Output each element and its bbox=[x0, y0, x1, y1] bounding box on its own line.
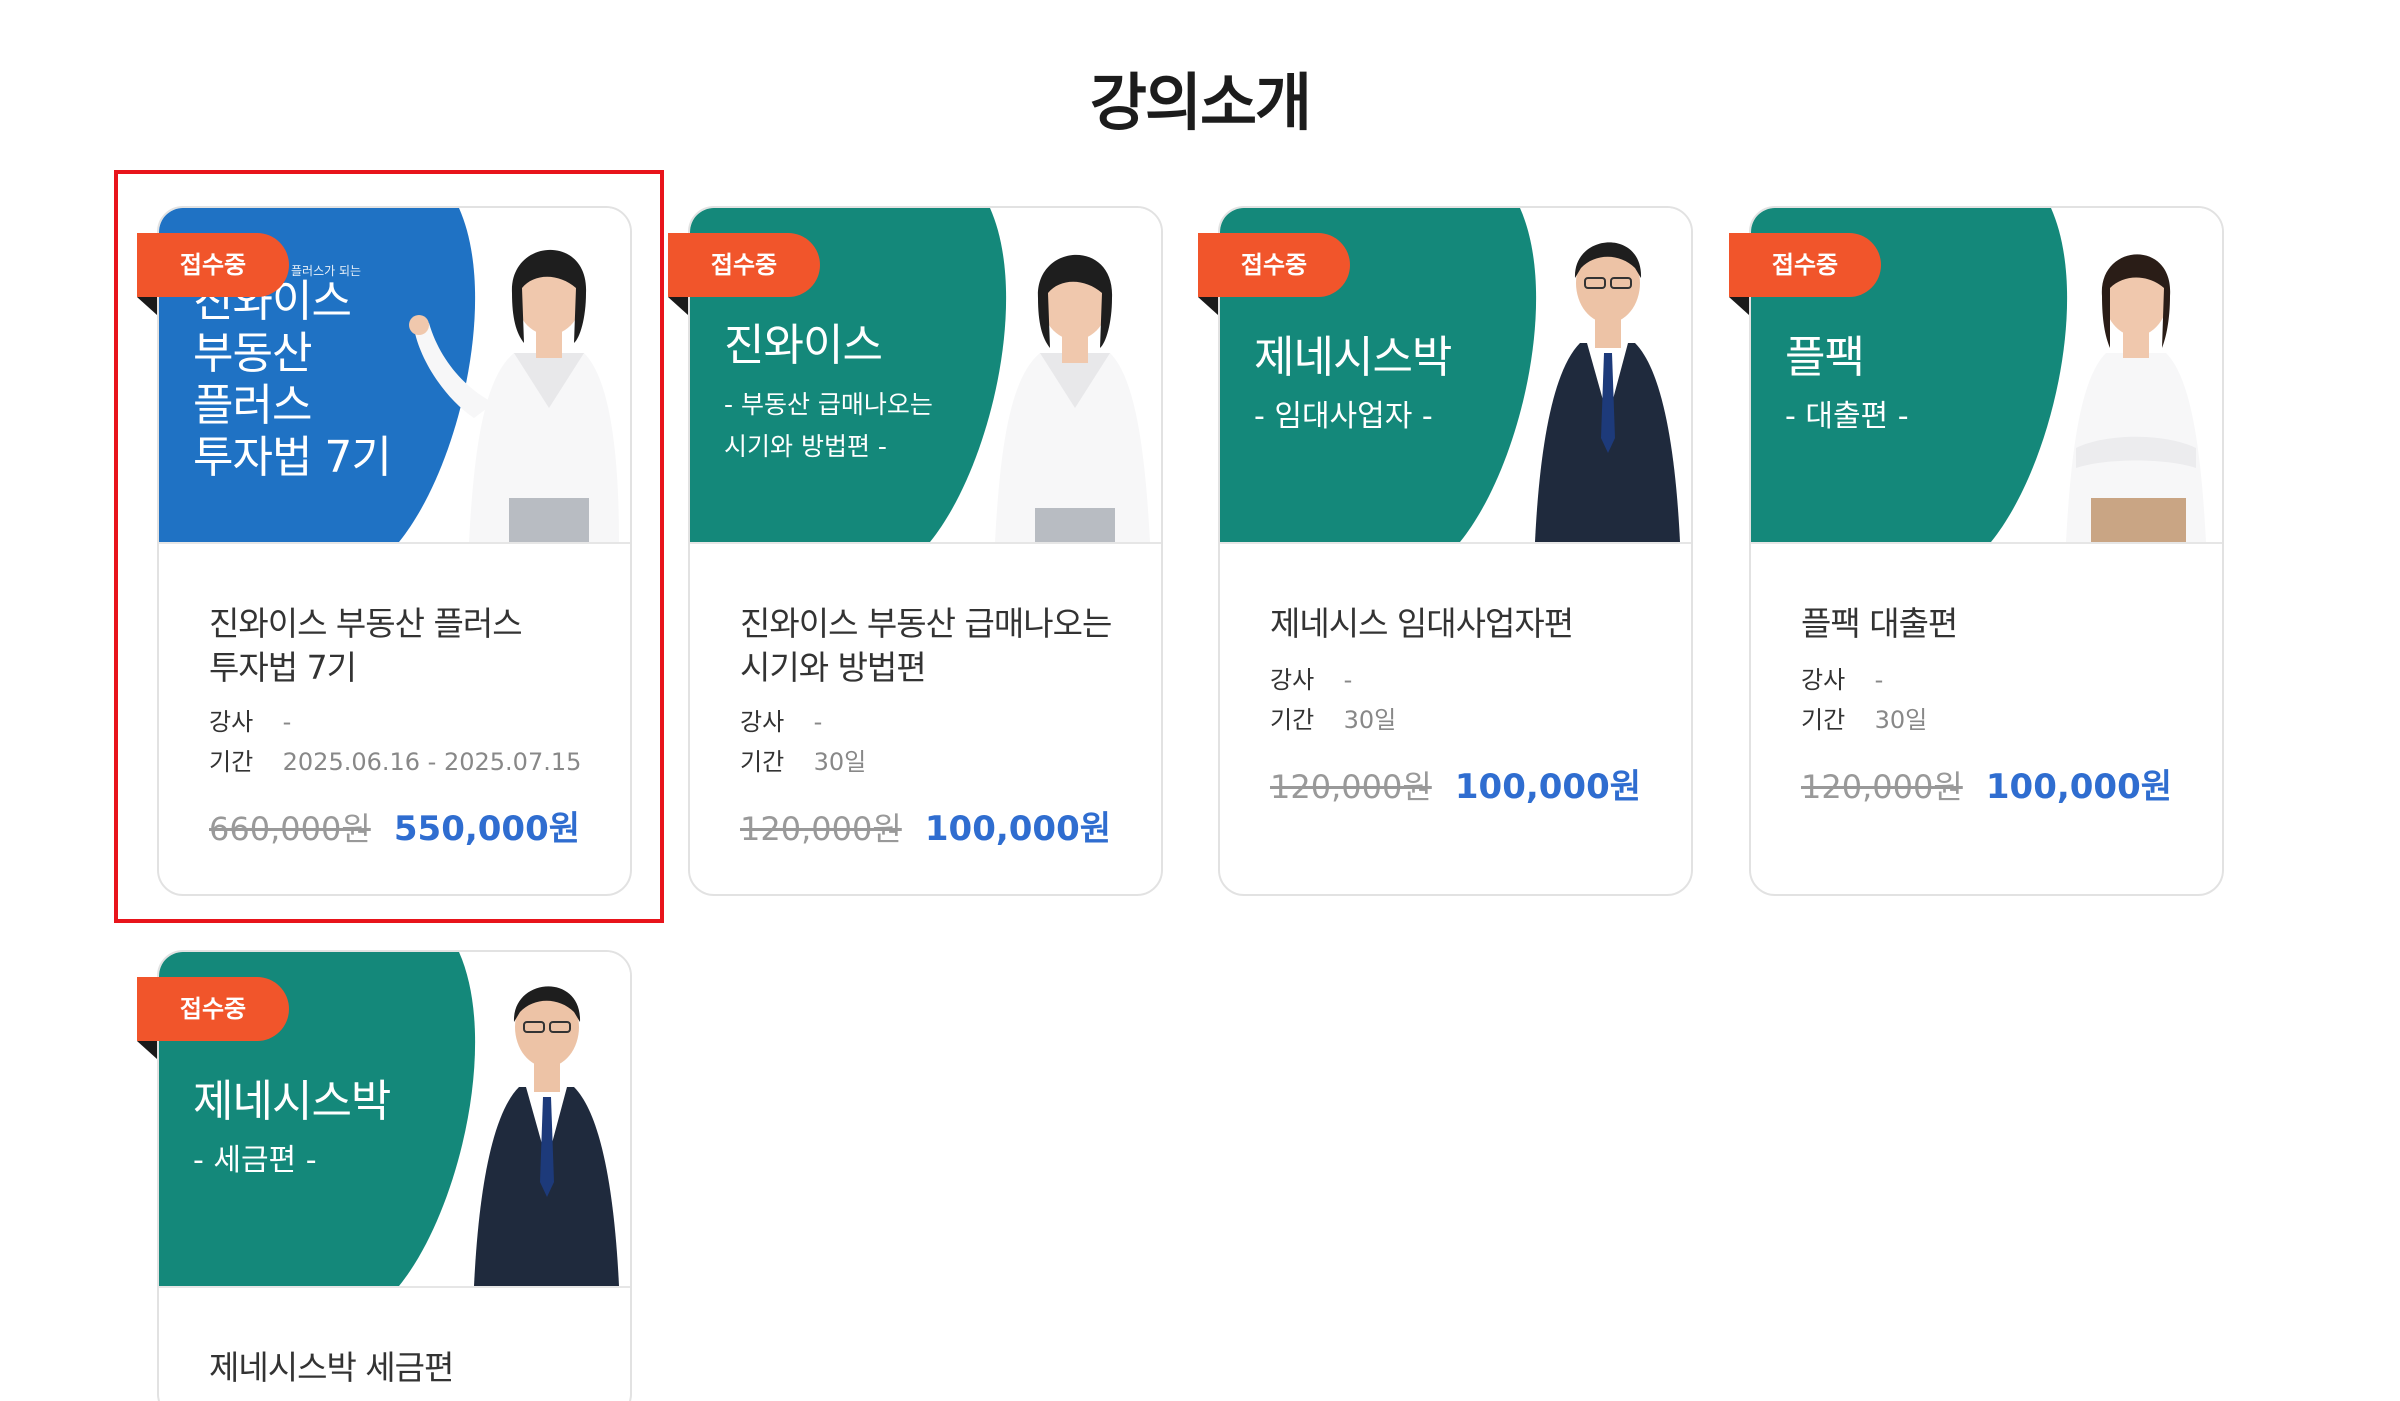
period-row: 기간 30일 bbox=[1801, 700, 1927, 735]
instructor-label: 강사 bbox=[740, 708, 785, 736]
thumbnail-subtitle: - 부동산 급매나오는 시기와 방법편 - bbox=[724, 390, 933, 461]
instructor-value: - bbox=[282, 708, 292, 736]
thumbnail-title: 제네시스박 bbox=[1254, 332, 1452, 383]
instructor-label: 강사 bbox=[1270, 666, 1315, 694]
price-row: 120,000원 100,000원 bbox=[1270, 759, 1641, 808]
badge-fold bbox=[668, 297, 688, 315]
status-badge: 접수중 bbox=[137, 233, 289, 297]
instructor-photo bbox=[1535, 242, 1680, 542]
original-price: 120,000원 bbox=[740, 810, 902, 848]
sale-price: 550,000원 bbox=[393, 809, 581, 849]
price-row: 120,000원 100,000원 bbox=[1801, 759, 2172, 808]
sale-price: 100,000원 bbox=[1985, 767, 2173, 807]
original-price: 120,000원 bbox=[1270, 768, 1432, 806]
status-badge: 접수중 bbox=[137, 977, 289, 1041]
course-title[interactable]: 제네시스박 세금편 bbox=[209, 1346, 600, 1390]
thumbnail-title: 제네시스박 bbox=[193, 1076, 391, 1127]
instructor-label: 강사 bbox=[209, 708, 254, 736]
thumbnail-subtitle: - 세금편 - bbox=[193, 1143, 317, 1178]
instructor-photo bbox=[409, 249, 619, 542]
period-value: 30일 bbox=[1343, 706, 1397, 734]
course-card[interactable]: 플팩 - 대출편 - 플팩 대출편 강사 - 기간 30일 120,000원 1… bbox=[1749, 206, 2224, 896]
sale-price: 100,000원 bbox=[1454, 767, 1642, 807]
period-value: 30일 bbox=[1874, 706, 1928, 734]
price-row: 660,000원 550,000원 bbox=[209, 801, 580, 850]
thumbnail-title: 진와이스 부동산 플러스 투자법 7기 bbox=[193, 276, 392, 483]
instructor-label: 강사 bbox=[1801, 666, 1846, 694]
period-label: 기간 bbox=[1801, 706, 1846, 734]
course-card[interactable]: 플러스가 되는 진와이스 부동산 플러스 투자법 7기 진와이스 부동산 플러스… bbox=[157, 206, 632, 896]
period-row: 기간 30일 bbox=[740, 742, 866, 777]
section-title: 강의소개 bbox=[1089, 66, 1312, 139]
period-value: 30일 bbox=[813, 748, 867, 776]
instructor-photo bbox=[2066, 254, 2206, 542]
price-row: 120,000원 100,000원 bbox=[740, 801, 1111, 850]
status-badge: 접수중 bbox=[668, 233, 820, 297]
instructor-photo bbox=[474, 986, 619, 1286]
period-label: 기간 bbox=[1270, 706, 1315, 734]
status-badge: 접수중 bbox=[1729, 233, 1881, 297]
course-title[interactable]: 진와이스 부동산 급매나오는 시기와 방법편 bbox=[740, 602, 1131, 690]
period-value: 2025.06.16 - 2025.07.15 bbox=[282, 748, 582, 776]
instructor-photo bbox=[995, 254, 1150, 542]
instructor-row: 강사 - bbox=[209, 702, 291, 737]
page: 강의소개 플러스가 되는 진와이스 부동산 플러스 투자법 7기 진와이스 부동… bbox=[0, 0, 2400, 1401]
thumbnail-subtitle: - 대출편 - bbox=[1785, 399, 1909, 434]
thumbnail-title: 플팩 bbox=[1785, 332, 1865, 383]
original-price: 120,000원 bbox=[1801, 768, 1963, 806]
course-card[interactable]: 제네시스박 - 임대사업자 - 제네시스 임대사업자편 강사 - 기간 30일 … bbox=[1218, 206, 1693, 896]
badge-fold bbox=[1729, 297, 1749, 315]
instructor-row: 강사 - bbox=[1801, 660, 1883, 695]
badge-fold bbox=[137, 1041, 157, 1059]
sale-price: 100,000원 bbox=[924, 809, 1112, 849]
period-row: 기간 2025.06.16 - 2025.07.15 bbox=[209, 742, 581, 777]
course-title[interactable]: 제네시스 임대사업자편 bbox=[1270, 602, 1661, 646]
original-price: 660,000원 bbox=[209, 810, 371, 848]
course-title[interactable]: 플팩 대출편 bbox=[1801, 602, 2192, 646]
course-card[interactable]: 진와이스 - 부동산 급매나오는 시기와 방법편 - 진와이스 부동산 급매나오… bbox=[688, 206, 1163, 896]
badge-fold bbox=[1198, 297, 1218, 315]
instructor-row: 강사 - bbox=[740, 702, 822, 737]
instructor-row: 강사 - bbox=[1270, 660, 1352, 695]
status-badge: 접수중 bbox=[1198, 233, 1350, 297]
period-label: 기간 bbox=[740, 748, 785, 776]
period-label: 기간 bbox=[209, 748, 254, 776]
instructor-value: - bbox=[1343, 666, 1353, 694]
period-row: 기간 30일 bbox=[1270, 700, 1396, 735]
thumbnail-title: 진와이스 bbox=[724, 320, 883, 371]
thumbnail-subtitle: - 임대사업자 - bbox=[1254, 399, 1433, 434]
instructor-value: - bbox=[1874, 666, 1884, 694]
course-title[interactable]: 진와이스 부동산 플러스 투자법 7기 bbox=[209, 602, 600, 690]
instructor-value: - bbox=[813, 708, 823, 736]
badge-fold bbox=[137, 297, 157, 315]
